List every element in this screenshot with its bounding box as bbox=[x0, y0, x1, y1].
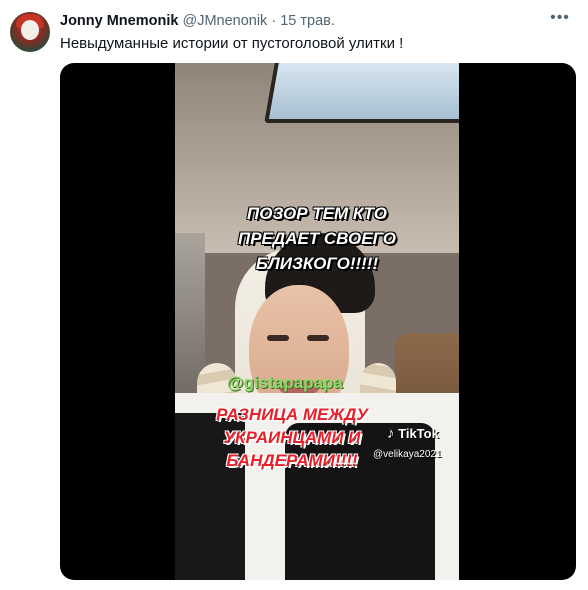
caption-bottom-line: УКРАИНЦАМИ И bbox=[223, 428, 361, 447]
author-name[interactable]: Jonny Mnemonik bbox=[60, 13, 178, 29]
caption-top-line: БЛИЗКОГО!!!!! bbox=[255, 254, 379, 273]
caption-bottom-line: БАНДЕРАМИ!!!! bbox=[226, 451, 358, 470]
caption-top-line: ПОЗОР ТЕМ КТО bbox=[247, 204, 387, 223]
tiktok-watermark: ♪ TikTok bbox=[387, 425, 439, 442]
tweet-date[interactable]: 15 трав. bbox=[280, 13, 335, 29]
avatar[interactable] bbox=[10, 12, 50, 52]
tweet-text: Невыдуманные истории от пустоголовой ули… bbox=[60, 35, 404, 52]
caption-bottom-line: РАЗНИЦА МЕЖДУ bbox=[216, 405, 368, 424]
tweet-header: Jonny Mnemonik @JMnenonik · 15 трав. bbox=[60, 12, 335, 30]
caption-top-line: ПРЕДАЕТ СВОЕГО bbox=[237, 229, 397, 248]
tweet-video[interactable]: ПОЗОР ТЕМ КТО ПРЕДАЕТ СВОЕГО БЛИЗКОГО!!!… bbox=[60, 63, 576, 580]
caption-top: ПОЗОР ТЕМ КТО ПРЕДАЕТ СВОЕГО БЛИЗКОГО!!!… bbox=[175, 201, 459, 276]
overlay-handle: @gistapapapa bbox=[227, 373, 343, 392]
separator: · bbox=[271, 13, 277, 29]
author-handle[interactable]: @JMnenonik bbox=[182, 13, 267, 29]
tiktok-note-icon: ♪ bbox=[387, 425, 395, 442]
tiktok-user: @velikaya2021 bbox=[373, 449, 442, 460]
more-horizontal-icon[interactable]: ••• bbox=[550, 8, 570, 28]
tweet: Jonny Mnemonik @JMnenonik · 15 трав. •••… bbox=[0, 0, 588, 590]
video-frame: ПОЗОР ТЕМ КТО ПРЕДАЕТ СВОЕГО БЛИЗКОГО!!!… bbox=[175, 63, 459, 580]
caption-bottom: РАЗНИЦА МЕЖДУ УКРАИНЦАМИ И БАНДЕРАМИ!!!! bbox=[197, 403, 387, 472]
tiktok-label: TikTok bbox=[398, 426, 439, 441]
sunroof-image bbox=[264, 63, 459, 123]
